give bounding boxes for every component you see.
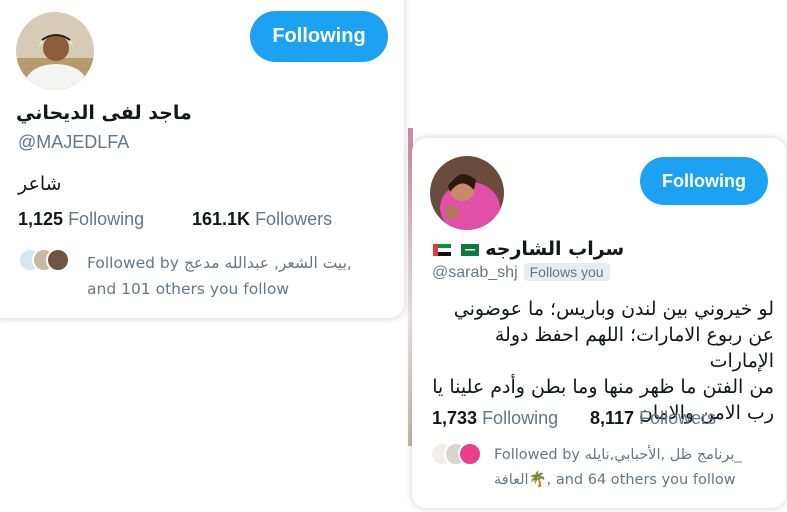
user-handle[interactable]: @sarab_shj Follows you bbox=[432, 263, 610, 282]
followers-stat[interactable]: 161.1K Followers bbox=[192, 209, 332, 230]
followed-by-line[interactable]: العافة🌴, and 64 others you follow bbox=[494, 467, 736, 493]
display-name[interactable]: ماجد لفى الديحاني bbox=[16, 102, 192, 124]
saudi-flag-icon bbox=[460, 243, 479, 256]
display-name[interactable]: سراب الشارجه bbox=[430, 238, 624, 260]
profile-hover-card-sarab: Following سراب الشارجه @sarab_shj Follows… bbox=[412, 138, 786, 508]
avatar[interactable] bbox=[430, 156, 504, 230]
avatar[interactable] bbox=[16, 12, 94, 90]
following-button[interactable]: Following bbox=[640, 157, 768, 205]
follower-avatar bbox=[458, 442, 482, 466]
following-stat[interactable]: 1,733 Following bbox=[432, 408, 558, 429]
following-stat[interactable]: 1,125 Following bbox=[18, 209, 144, 230]
profile-hover-card-majed: Following ماجد لفى الديحاني @MAJEDLFA شا… bbox=[0, 0, 404, 318]
followed-by-line[interactable]: Followed by برنامج ظل ,الأحبابي,نايله_ bbox=[494, 442, 742, 468]
bio: لو خيروني بين لندن وباريس؛ ما عوضوني عن … bbox=[432, 298, 774, 424]
follower-avatar bbox=[46, 248, 70, 272]
followers-stat[interactable]: 8,117 Followers bbox=[590, 408, 716, 429]
uae-flag-icon bbox=[433, 243, 451, 256]
bio: شاعر bbox=[18, 173, 62, 195]
followed-by-line[interactable]: and 101 others you follow bbox=[87, 276, 289, 302]
user-handle[interactable]: @MAJEDLFA bbox=[18, 132, 129, 153]
followed-by-line[interactable]: Followed by بيت الشعر, عبدالله مدعج, bbox=[87, 250, 352, 276]
following-button[interactable]: Following bbox=[250, 11, 388, 62]
follows-you-badge: Follows you bbox=[523, 263, 610, 281]
